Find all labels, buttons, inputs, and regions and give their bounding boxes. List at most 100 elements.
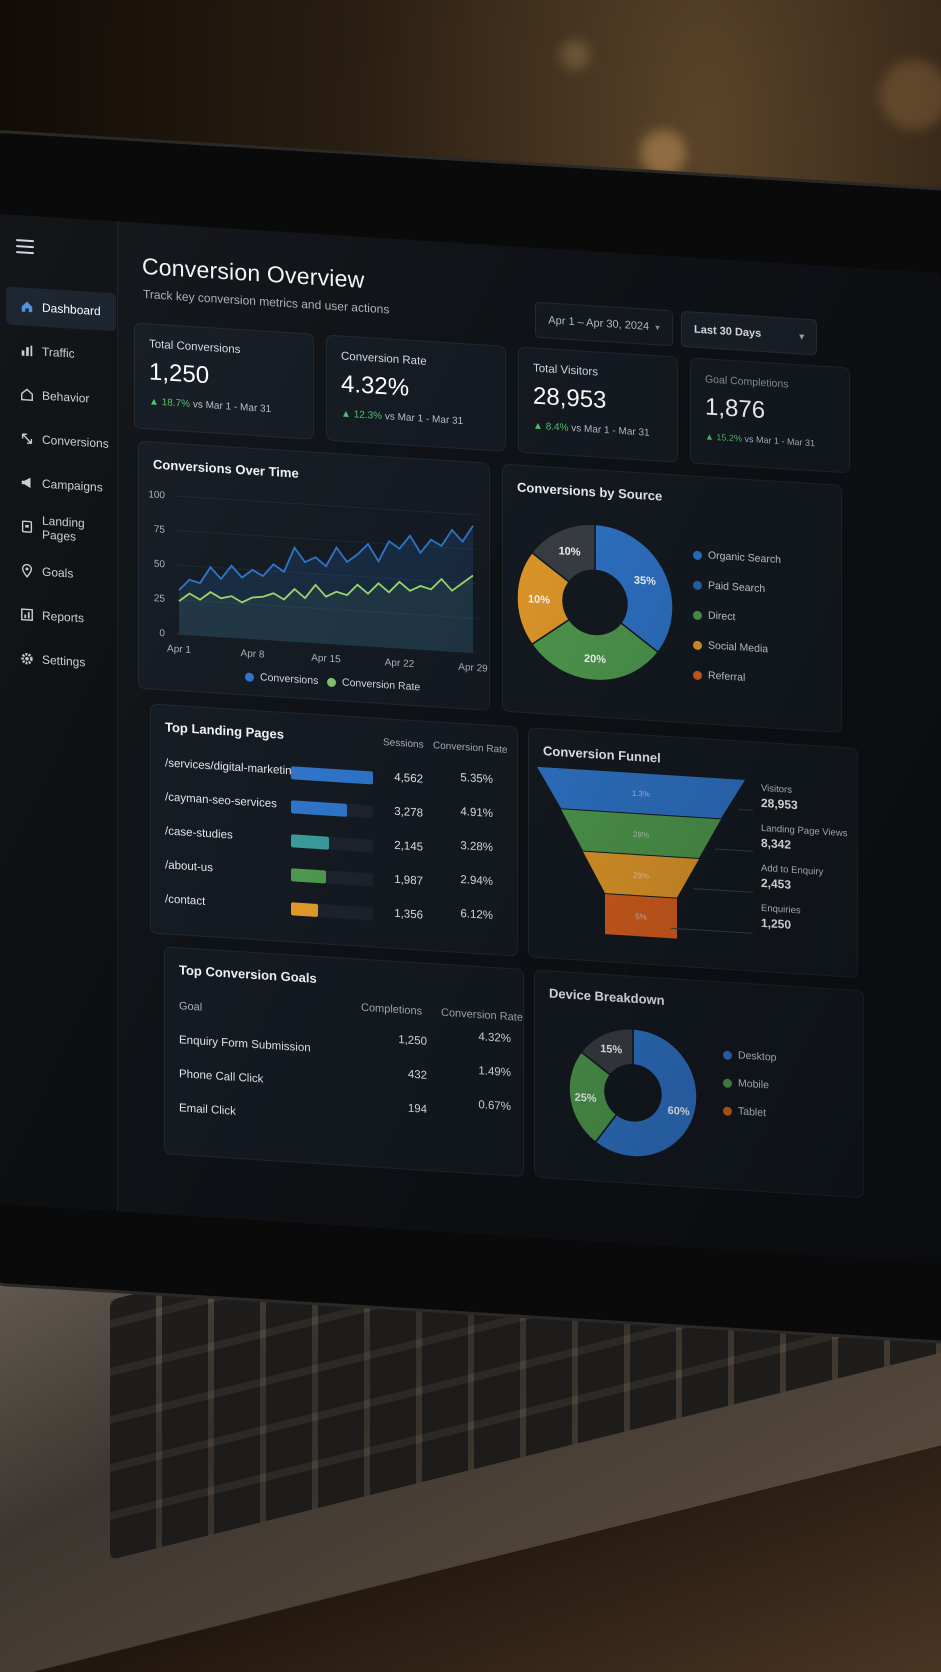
kpi-delta: ▲ 12.3% vs Mar 1 - Mar 31 xyxy=(341,408,463,427)
trend-up-icon: ▲ xyxy=(533,420,546,433)
legend-swatch xyxy=(693,550,702,560)
kpi-delta-value: 15.2% xyxy=(716,432,742,444)
kpi-value: 1,876 xyxy=(705,393,766,425)
sessions-bar-track xyxy=(291,902,373,921)
sidebar-item-settings[interactable]: Settings xyxy=(6,638,116,683)
kpi-card-total-visitors[interactable]: Total Visitors 28,953 ▲ 8.4% vs Mar 1 - … xyxy=(518,346,678,463)
sidebar-item-goals[interactable]: Goals xyxy=(6,550,116,595)
sessions-value: 1,987 xyxy=(394,873,423,888)
column-header-conversion-rate: Conversion Rate xyxy=(441,1006,523,1024)
x-tick-label: Apr 29 xyxy=(458,662,488,675)
kpi-card-goal-completions[interactable]: Goal Completions 1,876 ▲ 15.2% vs Mar 1 … xyxy=(690,357,850,474)
bokeh-light xyxy=(880,60,941,130)
legend-item-mobile[interactable]: Mobile xyxy=(723,1076,769,1091)
date-range-picker[interactable]: Apr 1 – Apr 30, 2024 ▾ xyxy=(535,301,673,347)
legend-item-social-media[interactable]: Social Media xyxy=(693,639,769,656)
chevron-down-icon: ▾ xyxy=(655,321,660,333)
legend-label: Social Media xyxy=(708,639,769,656)
source-donut-chart[interactable]: 35% 20% 10% 10% xyxy=(515,505,685,706)
legend-swatch xyxy=(693,640,702,650)
goal-name[interactable]: Email Click xyxy=(179,1102,236,1118)
landing-page-link[interactable]: /contact xyxy=(165,893,205,908)
legend-label: Desktop xyxy=(738,1049,777,1064)
sessions-bar-track xyxy=(291,868,373,887)
legend-item-direct[interactable]: Direct xyxy=(693,609,736,624)
kpi-value: 1,250 xyxy=(149,358,210,390)
kpi-card-conversion-rate[interactable]: Conversion Rate 4.32% ▲ 12.3% vs Mar 1 -… xyxy=(326,334,506,452)
goal-completions-value: 194 xyxy=(407,1102,427,1116)
legend-swatch xyxy=(693,610,702,620)
sidebar-item-label: Traffic xyxy=(42,344,75,361)
legend-swatch xyxy=(723,1077,732,1088)
sidebar-item-label: Campaigns xyxy=(42,476,103,495)
kpi-value: 28,953 xyxy=(533,382,607,415)
funnel-stage-label: Visitors xyxy=(761,782,792,796)
legend-label: Paid Search xyxy=(708,579,766,596)
conversion-rate-value: 3.28% xyxy=(460,839,493,855)
sessions-bar-track xyxy=(291,766,373,785)
sidebar-item-traffic[interactable]: Traffic xyxy=(6,330,116,375)
conversions-by-source-card: Conversions by Source 35% 20% 10% 10% Organ… xyxy=(502,463,842,733)
legend-label: Direct xyxy=(708,609,736,624)
sidebar-item-conversions[interactable]: Conversions xyxy=(6,418,116,463)
kpi-compare: vs Mar 1 - Mar 31 xyxy=(571,422,650,439)
sidebar-item-campaigns[interactable]: Campaigns xyxy=(6,462,116,507)
sessions-bar xyxy=(291,834,329,850)
kpi-card-total-conversions[interactable]: Total Conversions 1,250 ▲ 18.7% vs Mar 1… xyxy=(134,322,314,440)
kpi-delta: ▲ 15.2% vs Mar 1 - Mar 31 xyxy=(705,431,815,448)
legend-item-organic-search[interactable]: Organic Search xyxy=(693,549,781,566)
legend-item-referral[interactable]: Referral xyxy=(693,669,745,684)
sessions-bar-track xyxy=(291,834,373,853)
conversion-rate-value: 2.94% xyxy=(460,873,493,889)
landing-page-link[interactable]: /services/digital-marketing xyxy=(165,757,298,777)
gridline xyxy=(175,495,477,516)
period-select-value: Last 30 Days xyxy=(694,323,762,340)
funnel-leader-line xyxy=(715,848,753,852)
laptop-screen: Dashboard Traffic Behavior Conversions C… xyxy=(0,214,941,1264)
legend-item-paid-search[interactable]: Paid Search xyxy=(693,579,766,596)
slice-label: 10% xyxy=(559,545,581,558)
sidebar-item-label: Dashboard xyxy=(42,300,101,319)
goal-completions-value: 1,250 xyxy=(398,1034,427,1048)
main-content: Conversion Overview Track key conversion… xyxy=(130,222,941,1263)
funnel-stage-value: 28,953 xyxy=(761,795,798,813)
sidebar-item-label: Conversions xyxy=(42,432,109,451)
card-title: Conversions Over Time xyxy=(153,456,299,481)
sidebar-item-dashboard[interactable]: Dashboard xyxy=(6,286,116,332)
top-landing-pages-card: Top Landing Pages Sessions Conversion Ra… xyxy=(150,703,518,957)
hamburger-menu-icon[interactable] xyxy=(16,239,34,255)
kpi-delta-value: 18.7% xyxy=(161,397,191,410)
sidebar-item-landing-pages[interactable]: Landing Pages xyxy=(6,506,116,551)
device-donut-chart[interactable]: 60% 25% 15% xyxy=(561,1008,711,1177)
funnel-leader-line xyxy=(739,808,753,811)
trend-up-icon: ▲ xyxy=(341,408,354,421)
funnel-chart[interactable]: 1.3% 28% 29% 5% xyxy=(537,766,753,951)
legend-item-conversions[interactable]: Conversions xyxy=(245,670,318,687)
y-tick-label: 0 xyxy=(159,628,165,639)
x-tick-label: Apr 15 xyxy=(311,653,341,666)
goal-name[interactable]: Phone Call Click xyxy=(179,1068,263,1085)
slice-label: 15% xyxy=(600,1043,622,1056)
trend-up-icon: ▲ xyxy=(149,396,162,409)
sidebar-item-reports[interactable]: Reports xyxy=(6,594,116,639)
legend-item-tablet[interactable]: Tablet xyxy=(723,1104,766,1119)
legend-label: Conversion Rate xyxy=(342,676,421,694)
landing-page-link[interactable]: /cayman-seo-services xyxy=(165,791,277,810)
legend-item-desktop[interactable]: Desktop xyxy=(723,1048,777,1064)
kpi-compare: vs Mar 1 - Mar 31 xyxy=(744,433,815,449)
column-header-goal: Goal xyxy=(179,1000,203,1014)
location-pin-icon xyxy=(20,563,34,578)
home-icon xyxy=(20,299,34,314)
funnel-stage-percent: 28% xyxy=(633,830,649,840)
landing-page-link[interactable]: /about-us xyxy=(165,859,213,874)
period-select[interactable]: Last 30 Days ▾ xyxy=(681,310,817,356)
sidebar-item-behavior[interactable]: Behavior xyxy=(6,374,116,419)
conversion-rate-value: 5.35% xyxy=(460,771,493,787)
goal-completions-value: 432 xyxy=(407,1068,427,1082)
landing-page-link[interactable]: /case-studies xyxy=(165,825,233,841)
legend-swatch xyxy=(693,580,702,590)
goal-name[interactable]: Enquiry Form Submission xyxy=(179,1034,311,1054)
x-tick-label: Apr 1 xyxy=(167,644,191,657)
sessions-value: 1,356 xyxy=(394,907,423,922)
line-chart[interactable]: 0 25 50 75 100 Apr 1 Apr 8 Apr 15 Apr 22 Apr 29 xyxy=(139,482,491,684)
